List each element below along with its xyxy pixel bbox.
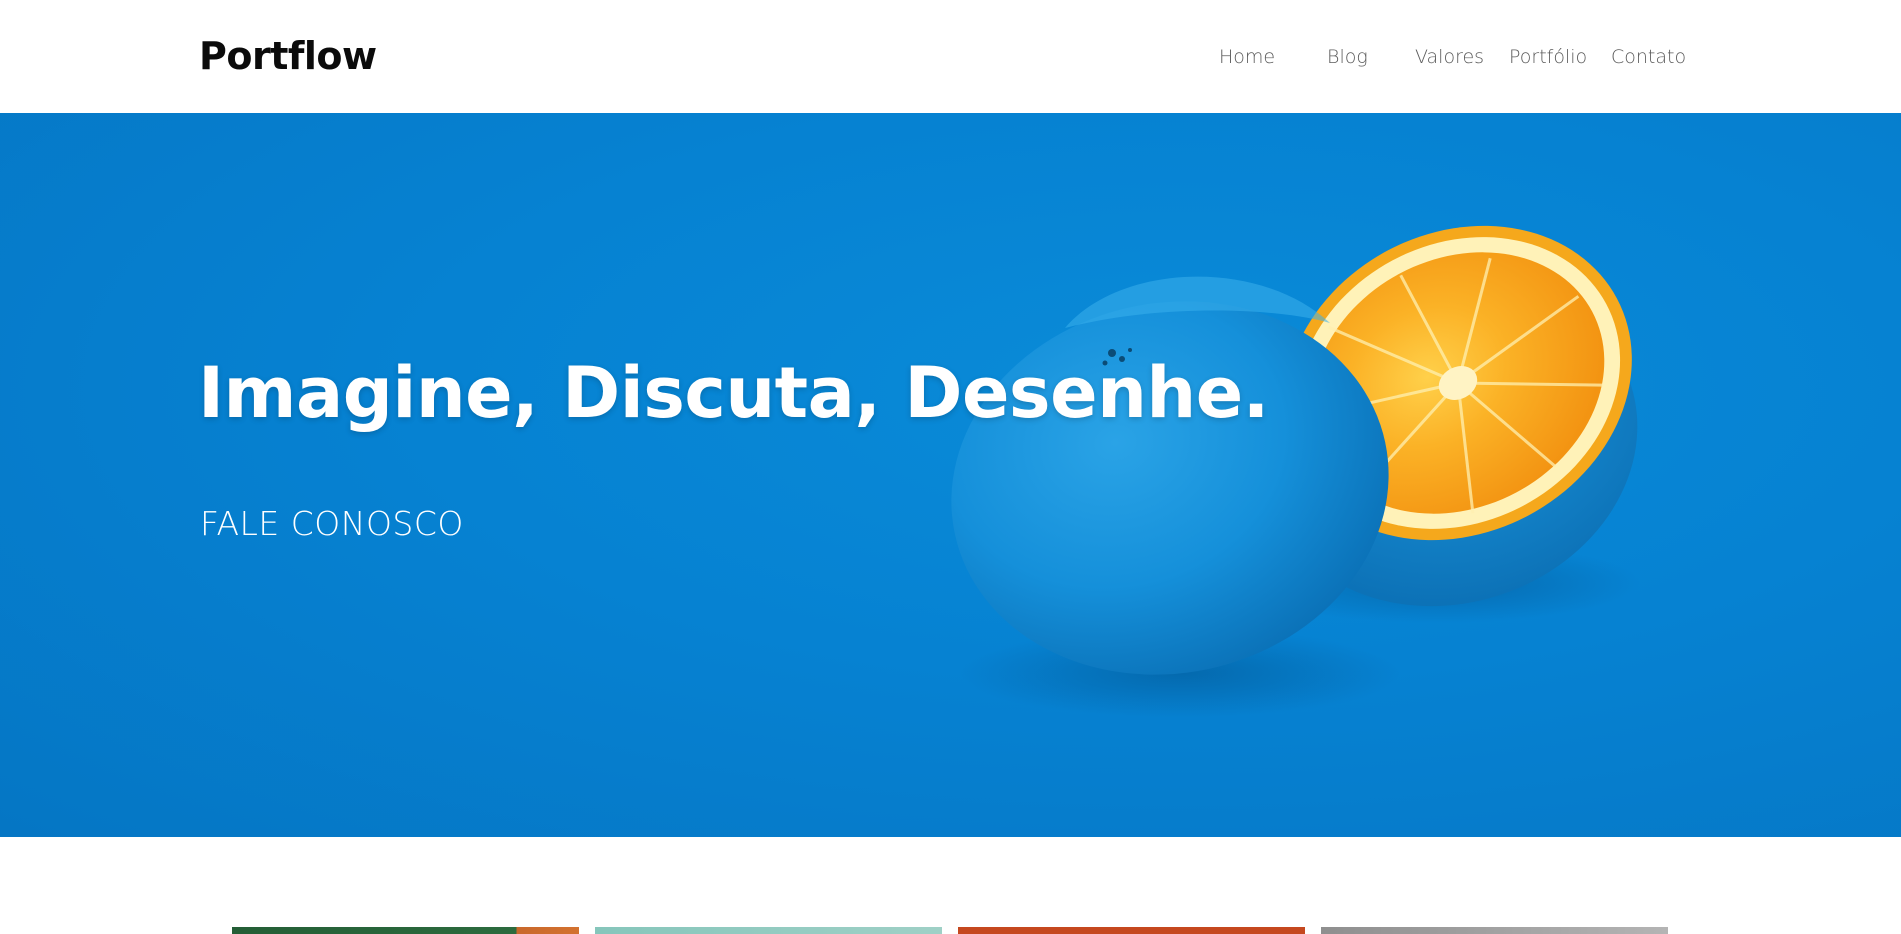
hero-title: Imagine, Discuta, Desenhe. [198, 352, 1269, 434]
nav-home[interactable]: Home [1219, 44, 1275, 70]
nav-portfolio[interactable]: Portfólio [1509, 44, 1587, 70]
nav-valores[interactable]: Valores [1415, 44, 1484, 70]
contact-cta-link[interactable]: FALE CONOSCO [200, 502, 464, 546]
hero-banner: Imagine, Discuta, Desenhe. FALE CONOSCO [0, 113, 1901, 837]
portfolio-thumb-gray[interactable] [1321, 927, 1668, 934]
portfolio-thumb-green-orange[interactable] [232, 927, 579, 934]
portfolio-thumb-mint[interactable] [595, 927, 942, 934]
main-nav: Home Blog Valores Portfólio Contato [0, 44, 1901, 72]
nav-blog[interactable]: Blog [1327, 44, 1368, 70]
portfolio-thumb-red[interactable] [958, 927, 1305, 934]
page: Portflow Home Blog Valores Portfólio Con… [0, 0, 1901, 934]
hero-image [951, 225, 1640, 718]
portfolio-section [0, 837, 1901, 934]
nav-contato[interactable]: Contato [1611, 44, 1686, 70]
site-header: Portflow Home Blog Valores Portfólio Con… [0, 0, 1901, 113]
